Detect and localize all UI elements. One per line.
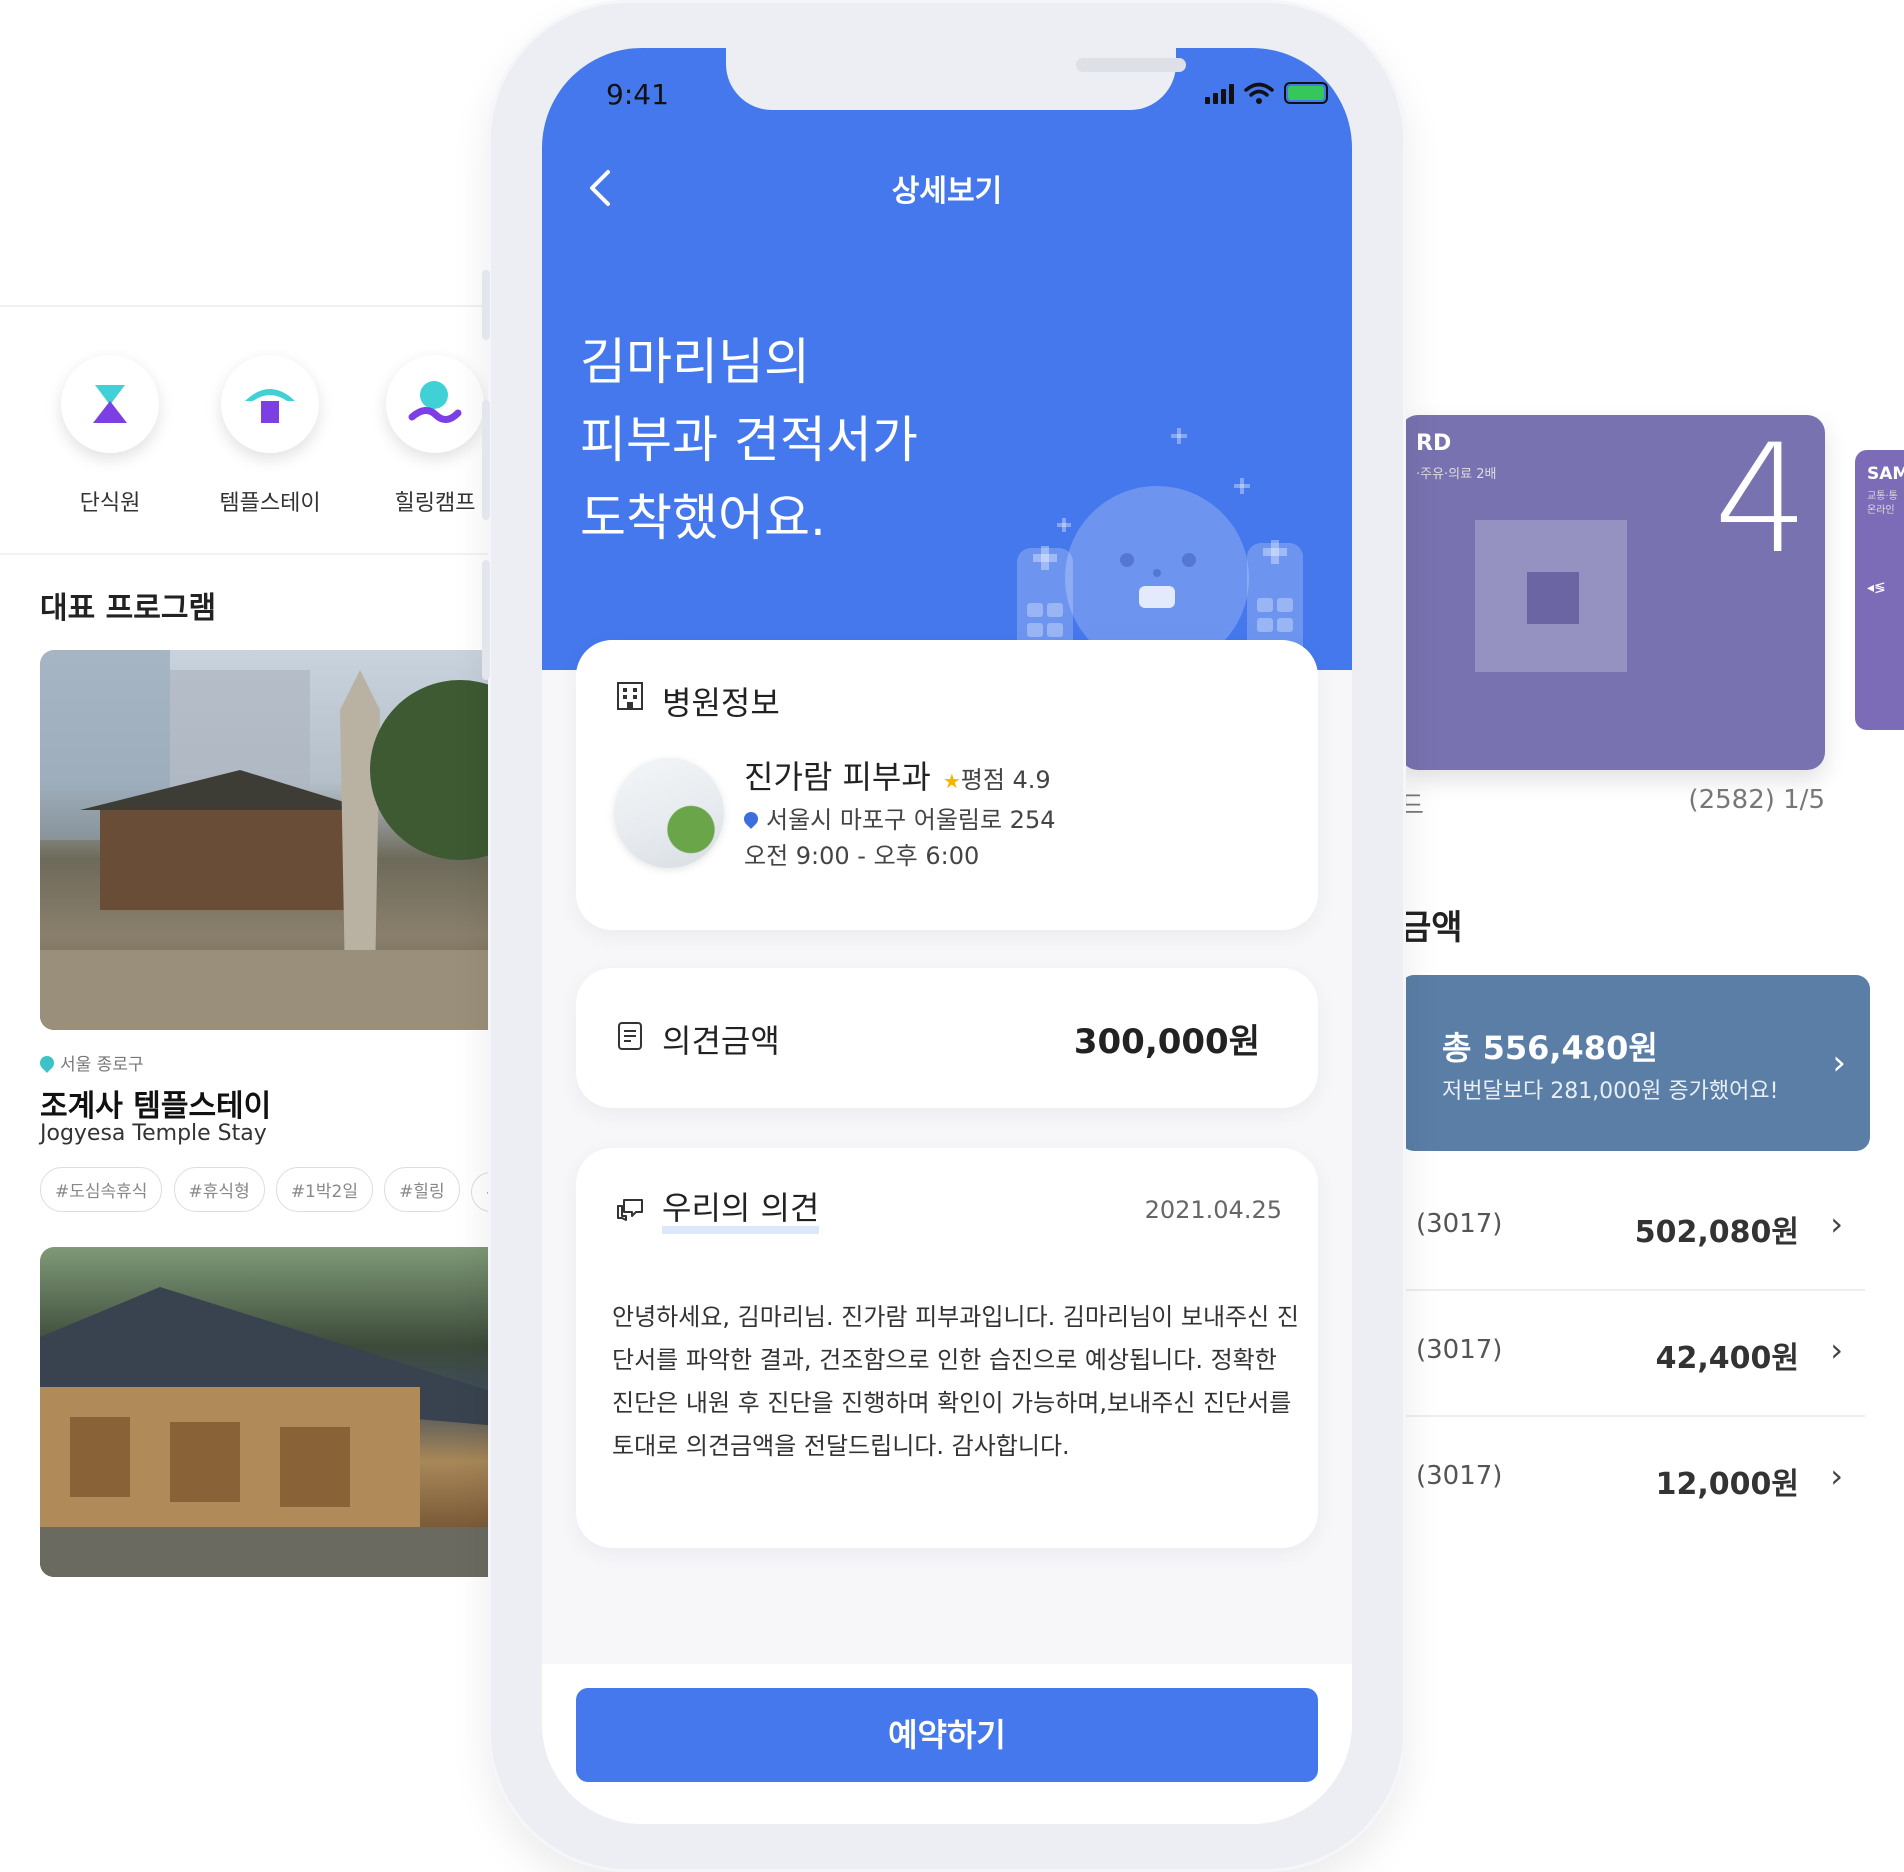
- page-title: 상세보기: [891, 174, 1003, 209]
- tag[interactable]: #힐링: [384, 1167, 460, 1212]
- hospital-hours: 오전 9:00 - 오후 6:00: [744, 842, 980, 870]
- card-number: 4: [1713, 415, 1809, 587]
- headline: 김마리님의 피부과 견적서가 도착했어요.: [580, 323, 918, 557]
- chevron-right-icon: ›: [1830, 1205, 1843, 1243]
- status-icons: [1205, 82, 1328, 104]
- program-tags: #도심속휴식 #휴식형 #1박2일 #힐링 #: [40, 1167, 500, 1212]
- credit-card-next[interactable]: SAM 교통·통 온라인 ◂≶: [1855, 450, 1904, 730]
- program-location: 서울 종로구: [37, 1050, 144, 1075]
- card-mark: ◂≶: [1867, 580, 1886, 596]
- wifi-icon: [1244, 82, 1274, 104]
- hospital-rating: 평점 4.9: [960, 766, 1051, 794]
- speaker: [1076, 58, 1186, 72]
- divider: [0, 305, 500, 307]
- program-subtitle: Jogyesa Temple Stay: [40, 1121, 267, 1146]
- left-app-screen: 단식원 템플스테이 힐링캠프 대표 프로그램 서울 종로구 조계사 템플스테이 …: [0, 305, 500, 1605]
- section-title: 대표 프로그램: [40, 591, 217, 626]
- chat-bubbles-icon: [617, 1199, 643, 1221]
- divider: [0, 553, 500, 555]
- category-healing-camp[interactable]: 힐링캠프: [355, 355, 500, 517]
- program-photo[interactable]: [40, 1247, 500, 1577]
- right-app-screen: RD ·주유·의료 2배 4 SAM 교통·통 온라인 ◂≶ 드 (2582) 1…: [1400, 180, 1904, 1630]
- category-label: 템플스테이: [219, 491, 321, 516]
- card-pagination: (2582) 1/5: [1688, 785, 1825, 815]
- star-icon: ★: [942, 769, 961, 793]
- hospital-address: 서울시 마포구 어울림로 254: [766, 806, 1056, 834]
- category-label: 단식원: [79, 491, 141, 516]
- transaction-row[interactable]: (3017) 42,400원 ›: [1400, 1291, 1865, 1417]
- reserve-button[interactable]: 예약하기: [576, 1688, 1318, 1782]
- total-summary[interactable]: 총 556,480원 저번달보다 281,000원 증가했어요! ›: [1400, 975, 1870, 1151]
- opinion-title: 우리의 의견: [662, 1190, 820, 1234]
- building-icon: [617, 682, 643, 710]
- person-icon: [386, 355, 484, 453]
- category-label: 힐링캠프: [394, 491, 476, 516]
- hospital-name-line: 진가람 피부과 ★평점 4.9: [744, 752, 1051, 798]
- opinion-card: 우리의 의견 2021.04.25 안녕하세요, 김마리님. 진가람 피부과입니…: [576, 1148, 1318, 1548]
- hospital-name: 진가람 피부과: [744, 758, 931, 796]
- estimate-card: 의견금액 300,000원: [576, 968, 1318, 1108]
- tag[interactable]: #1박2일: [275, 1167, 373, 1212]
- tag[interactable]: #도심속휴식: [40, 1167, 163, 1212]
- phone-screen: 9:41 상세보기 김마리님의 피부과 견적서가 도착했어요. 병원정보 진가람…: [542, 48, 1352, 1824]
- status-time: 9:41: [606, 78, 669, 111]
- opinion-date: 2021.04.25: [1144, 1196, 1282, 1224]
- location-pin-icon: [37, 1053, 57, 1073]
- opinion-body: 안녕하세요, 김마리님. 진가람 피부과입니다. 김마리님이 보내주신 진단서를…: [612, 1303, 1299, 1460]
- phone-side-button: [482, 400, 490, 520]
- program-photo[interactable]: [40, 650, 500, 1030]
- headline-line: 도착했어요.: [580, 489, 826, 547]
- transaction-row[interactable]: (3017) 12,000원 ›: [1400, 1417, 1865, 1543]
- section-title: 병원정보: [662, 684, 780, 722]
- total-description: 저번달보다 281,000원 증가했어요!: [1442, 1079, 1779, 1104]
- estimate-price: 300,000원: [1073, 1022, 1260, 1062]
- transaction-code: (3017): [1416, 1335, 1503, 1365]
- signal-icon: [1205, 84, 1234, 104]
- program-title[interactable]: 조계사 템플스테이: [40, 1081, 271, 1125]
- document-icon: [618, 1022, 642, 1050]
- phone-frame: 9:41 상세보기 김마리님의 피부과 견적서가 도착했어요. 병원정보 진가람…: [482, 0, 1406, 1872]
- category-fasting[interactable]: 단식원: [30, 355, 190, 517]
- total-amount: 총 556,480원: [1442, 1029, 1658, 1067]
- transaction-code: (3017): [1416, 1461, 1503, 1491]
- location-pin-icon: [741, 809, 761, 829]
- headline-line: 김마리님의: [580, 333, 810, 391]
- battery-icon: [1284, 82, 1328, 104]
- transaction-amount: 42,400원: [1655, 1341, 1799, 1376]
- credit-card[interactable]: RD ·주유·의료 2배 4: [1400, 415, 1825, 770]
- hourglass-icon: [61, 355, 159, 453]
- card-name: SAM: [1867, 464, 1904, 484]
- estimate-label: 의견금액: [662, 1022, 780, 1060]
- card-name: RD: [1416, 431, 1452, 456]
- headline-line: 피부과 견적서가: [580, 411, 918, 469]
- category-templestay[interactable]: 템플스테이: [190, 355, 350, 517]
- hospital-address-line: 서울시 마포구 어울림로 254: [741, 800, 1056, 835]
- temple-icon: [221, 355, 319, 453]
- card-pattern: [1527, 572, 1579, 624]
- card-benefit: 교통·통 온라인: [1867, 491, 1898, 516]
- tag[interactable]: #휴식형: [173, 1167, 265, 1212]
- phone-notch: [726, 48, 1186, 110]
- card-benefit: ·주유·의료 2배: [1416, 467, 1497, 482]
- phone-side-button: [482, 560, 490, 680]
- transaction-code: (3017): [1416, 1209, 1503, 1239]
- transaction-amount: 502,080원: [1634, 1215, 1799, 1250]
- chevron-right-icon: ›: [1830, 1331, 1843, 1369]
- phone-side-button: [482, 270, 490, 340]
- hospital-info-card[interactable]: 병원정보 진가람 피부과 ★평점 4.9 서울시 마포구 어울림로 254 오전 …: [576, 640, 1318, 930]
- card-meta: 드 (2582) 1/5: [1400, 785, 1825, 822]
- transaction-amount: 12,000원: [1655, 1467, 1799, 1502]
- transaction-row[interactable]: (3017) 502,080원 ›: [1400, 1165, 1865, 1291]
- amount-title: 금액: [1400, 908, 1463, 948]
- hospital-thumbnail: [614, 758, 724, 868]
- chevron-right-icon: ›: [1832, 1043, 1846, 1083]
- chevron-right-icon: ›: [1830, 1457, 1843, 1495]
